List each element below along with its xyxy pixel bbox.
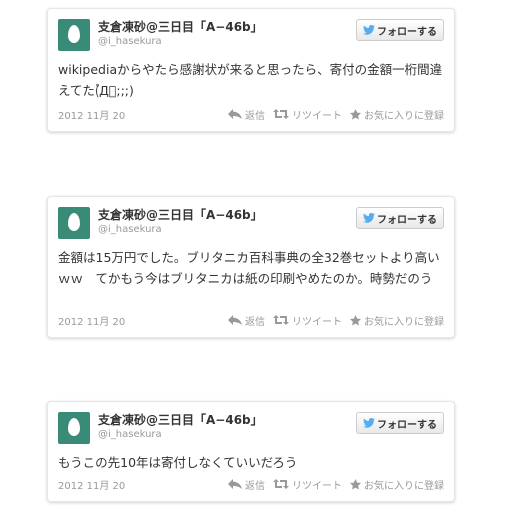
egg-avatar-icon (68, 418, 80, 436)
egg-avatar-icon (68, 25, 80, 43)
tweet-footer: 2012 11月 20 返信 リツイート お気に入りに登録 (58, 107, 444, 122)
reply-label: 返信 (245, 480, 265, 492)
reply-label: 返信 (245, 110, 265, 122)
tweet-footer: 2012 11月 20 返信 リツイート お気に入りに登録 (58, 477, 444, 492)
reply-arrow-icon (228, 315, 242, 325)
tweet-actions: 返信 リツイート お気に入りに登録 (228, 477, 444, 492)
tweet-header: 支倉凍砂@三日目「A−46b」 @i_hasekura フォローする (58, 19, 444, 51)
retweet-button[interactable]: リツイート (273, 477, 342, 492)
tweet-header: 支倉凍砂@三日目「A−46b」 @i_hasekura フォローする (58, 412, 444, 444)
reply-button[interactable]: 返信 (228, 477, 265, 492)
tweet-date[interactable]: 2012 11月 20 (58, 477, 125, 492)
twitter-bird-icon (363, 25, 375, 35)
follow-button[interactable]: フォローする (356, 207, 444, 229)
favorite-label: お気に入りに登録 (364, 480, 444, 492)
favorite-button[interactable]: お気に入りに登録 (350, 477, 444, 492)
star-icon (350, 108, 361, 120)
retweet-label: リツイート (292, 110, 342, 122)
retweet-button[interactable]: リツイート (273, 107, 342, 122)
reply-button[interactable]: 返信 (228, 313, 265, 328)
tweet-text: wikipediaからやたら感謝状が来ると思ったら、寄付の金額一桁間違えてた(゚… (58, 62, 443, 98)
tweet-card: 支倉凍砂@三日目「A−46b」 @i_hasekura フォローする 金額は15… (47, 196, 455, 338)
retweet-label: リツイート (292, 316, 342, 328)
author-block: 支倉凍砂@三日目「A−46b」 @i_hasekura (98, 412, 263, 442)
tweet-date[interactable]: 2012 11月 20 (58, 107, 125, 122)
tweet-card: 支倉凍砂@三日目「A−46b」 @i_hasekura フォローする もうこの先… (47, 401, 455, 502)
retweet-button[interactable]: リツイート (273, 313, 342, 328)
tweet-actions: 返信 リツイート お気に入りに登録 (228, 107, 444, 122)
tweet-actions: 返信 リツイート お気に入りに登録 (228, 313, 444, 328)
retweet-icon (273, 109, 289, 119)
tweet-date[interactable]: 2012 11月 20 (58, 313, 125, 328)
tweet-card: 支倉凍砂@三日目「A−46b」 @i_hasekura フォローする wikip… (47, 8, 455, 132)
star-icon (350, 314, 361, 326)
retweet-label: リツイート (292, 480, 342, 492)
avatar[interactable] (58, 207, 90, 239)
author-display-name[interactable]: 支倉凍砂@三日目「A−46b」 (98, 19, 263, 35)
twitter-bird-icon (363, 213, 375, 223)
follow-button[interactable]: フォローする (356, 19, 444, 41)
favorite-label: お気に入りに登録 (364, 316, 444, 328)
author-block: 支倉凍砂@三日目「A−46b」 @i_hasekura (98, 207, 263, 237)
twitter-bird-icon (363, 418, 375, 428)
follow-button-label: フォローする (377, 419, 437, 431)
favorite-label: お気に入りに登録 (364, 110, 444, 122)
tweet-footer: 2012 11月 20 返信 リツイート お気に入りに登録 (58, 313, 444, 328)
egg-avatar-icon (68, 213, 80, 231)
reply-button[interactable]: 返信 (228, 107, 265, 122)
reply-arrow-icon (228, 479, 242, 489)
retweet-icon (273, 315, 289, 325)
follow-button-label: フォローする (377, 214, 437, 226)
author-handle[interactable]: @i_hasekura (98, 223, 263, 237)
author-display-name[interactable]: 支倉凍砂@三日目「A−46b」 (98, 412, 263, 428)
tweet-header: 支倉凍砂@三日目「A−46b」 @i_hasekura フォローする (58, 207, 444, 239)
reply-arrow-icon (228, 109, 242, 119)
avatar[interactable] (58, 412, 90, 444)
author-handle[interactable]: @i_hasekura (98, 35, 263, 49)
favorite-button[interactable]: お気に入りに登録 (350, 313, 444, 328)
author-display-name[interactable]: 支倉凍砂@三日目「A−46b」 (98, 207, 263, 223)
author-block: 支倉凍砂@三日目「A−46b」 @i_hasekura (98, 19, 263, 49)
reply-label: 返信 (245, 316, 265, 328)
star-icon (350, 478, 361, 490)
retweet-icon (273, 479, 289, 489)
favorite-button[interactable]: お気に入りに登録 (350, 107, 444, 122)
avatar[interactable] (58, 19, 90, 51)
follow-button-label: フォローする (377, 26, 437, 38)
follow-button[interactable]: フォローする (356, 412, 444, 434)
author-handle[interactable]: @i_hasekura (98, 428, 263, 442)
tweet-text: もうこの先10年は寄付しなくていいだろう (58, 455, 298, 470)
tweet-text: 金額は15万円でした。ブリタニカ百科事典の全32巻セットより高いｗｗ てかもう今… (58, 250, 440, 286)
